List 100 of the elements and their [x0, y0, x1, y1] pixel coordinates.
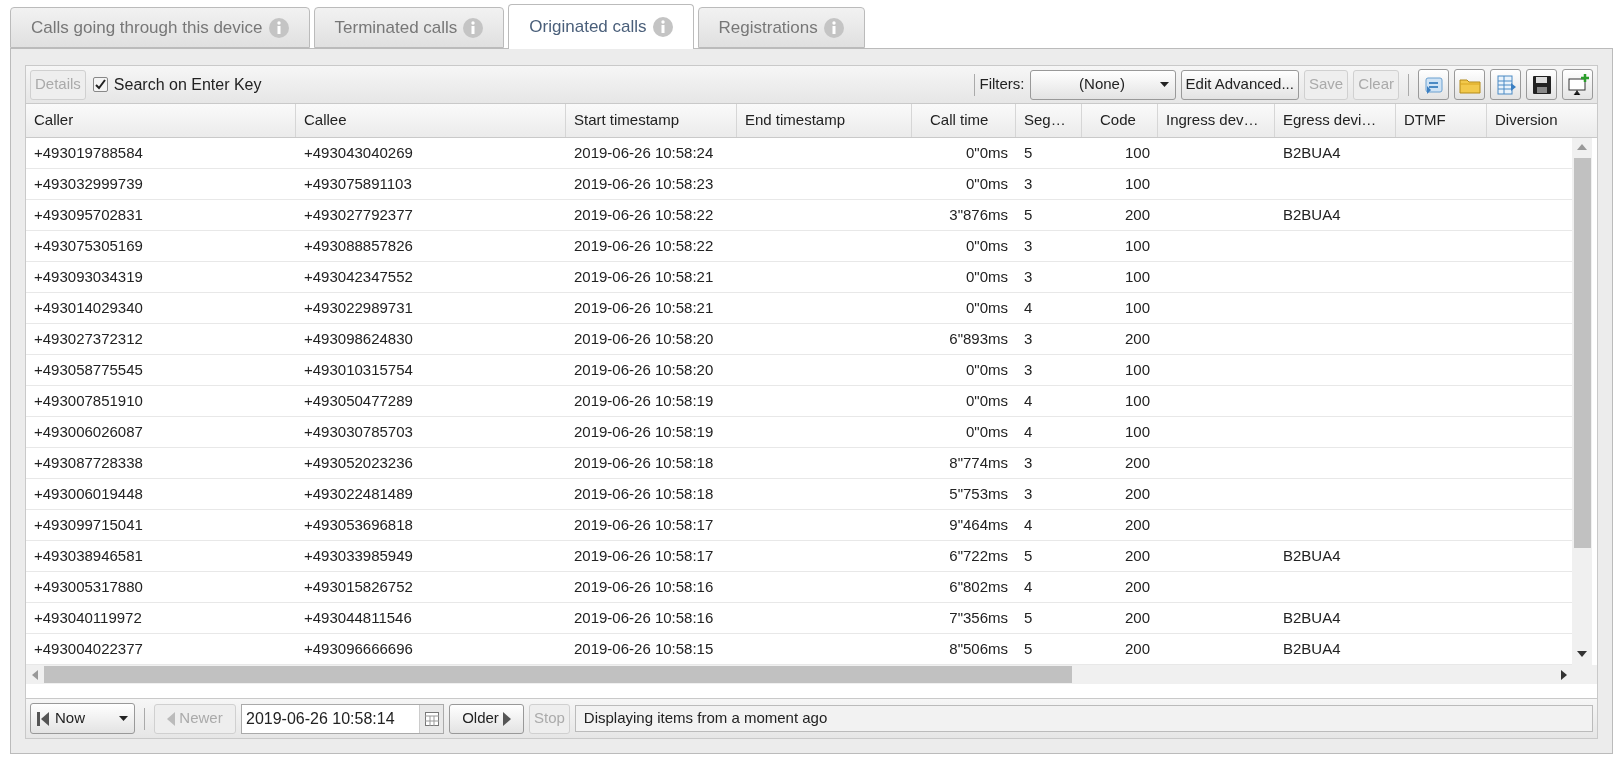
table-cell-text: 100 — [1123, 142, 1151, 163]
column-header[interactable]: Start timestamp — [566, 104, 737, 137]
now-dropdown[interactable]: Now — [30, 703, 135, 734]
table-cell-text: 2019-06-26 10:58:20 — [573, 328, 715, 349]
spreadsheet-button[interactable] — [1490, 69, 1521, 100]
table-cell-text: 6"722ms — [948, 545, 1009, 566]
table-cell-text: +493095702831 — [33, 204, 144, 225]
table-cell-text: 5 — [1023, 142, 1034, 163]
column-header[interactable]: Call time — [912, 104, 1016, 137]
table-cell-text: +493007851910 — [33, 390, 144, 411]
tab[interactable]: Registrations — [697, 7, 865, 48]
table-cell-text: 200 — [1123, 607, 1151, 628]
column-header[interactable]: Ingress dev… — [1158, 104, 1275, 137]
tab[interactable]: Terminated calls — [313, 7, 505, 48]
table-cell-text: 6"802ms — [948, 576, 1009, 597]
column-header[interactable]: Seg… — [1016, 104, 1082, 137]
checkbox-label: Search on Enter Key — [113, 74, 262, 95]
table-cell-text: +493044811546 — [303, 607, 413, 628]
table-cell-text: 0"0ms — [965, 173, 1009, 194]
first-page-icon — [37, 711, 49, 726]
edit-advanced-button[interactable]: Edit Advanced... — [1180, 69, 1299, 100]
table-cell-text: +493088857826 — [303, 235, 414, 256]
table-cell-text: 9"464ms — [948, 514, 1009, 535]
column-header[interactable]: DTMF — [1396, 104, 1487, 137]
table-cell-text: 2019-06-26 10:58:22 — [573, 235, 715, 256]
table-cell-text: 2019-06-26 10:58:19 — [573, 390, 715, 411]
table-cell-text: +493075305169 — [33, 235, 144, 256]
table-cell-text: +493093034319 — [33, 266, 144, 287]
scroll-right-icon — [1561, 669, 1567, 680]
info-icon — [652, 17, 673, 37]
tab[interactable]: Originated calls — [508, 4, 694, 49]
presentation-add-icon — [1565, 72, 1590, 97]
table-cell-text: +493038946581 — [33, 545, 144, 566]
table-cell-text: 2019-06-26 10:58:18 — [573, 483, 715, 504]
column-header[interactable]: Egress devi… — [1275, 104, 1396, 137]
older-button[interactable]: Older — [449, 703, 524, 734]
table-cell-text: +493096666696 — [303, 638, 414, 659]
scroll-up-icon — [1577, 144, 1587, 150]
table-cell-text: 3 — [1023, 266, 1034, 287]
table-cell-text: 3"876ms — [948, 204, 1009, 225]
filter-dropdown[interactable]: (None) — [1029, 69, 1176, 100]
table-cell-text: 200 — [1123, 452, 1151, 473]
table-cell-text: +493087728338 — [33, 452, 144, 473]
info-icon — [268, 17, 289, 38]
presentation-add-button[interactable] — [1562, 69, 1593, 100]
table-cell-text: 0"0ms — [965, 266, 1009, 287]
table-cell-text: 100 — [1123, 235, 1151, 256]
column-header[interactable]: End timestamp — [737, 104, 912, 137]
info-icon — [463, 17, 484, 38]
table-cell-text: +493040119972 — [33, 607, 143, 628]
table-cell-text: 3 — [1023, 483, 1034, 504]
export-button[interactable] — [1418, 69, 1449, 100]
table-cell-text: +493033985949 — [303, 545, 414, 566]
table-cell-text: 0"0ms — [965, 235, 1009, 256]
table-cell-text: B2BUA4 — [1282, 607, 1342, 628]
column-header[interactable]: Code — [1082, 104, 1158, 137]
date-field[interactable]: 2019-06-26 10:58:14 — [241, 703, 444, 734]
table-cell-text: 200 — [1123, 483, 1151, 504]
folder-button[interactable] — [1454, 69, 1485, 100]
table-cell-text: +493022989731 — [303, 297, 414, 318]
table-cell-text: +493006026087 — [33, 421, 144, 442]
horizontal-scrollbar[interactable] — [26, 665, 1597, 684]
table-cell-text: +493052023236 — [303, 452, 414, 473]
table-cell-text: 2019-06-26 10:58:19 — [573, 421, 715, 442]
table-cell-text: +493004022377 — [33, 638, 144, 659]
table-cell-text: +493075891103 — [303, 173, 413, 194]
table-cell-text: +493027372312 — [33, 328, 144, 349]
table-cell-text: 5 — [1023, 607, 1034, 628]
table-cell-text: 5 — [1023, 638, 1034, 659]
scroll-down-icon — [1577, 651, 1587, 657]
info-icon — [823, 17, 844, 38]
caret-icon — [1159, 82, 1169, 87]
table-cell-text: 4 — [1023, 576, 1034, 597]
column-header[interactable]: Caller — [26, 104, 296, 137]
status-text: Displaying items from a moment ago — [574, 705, 1593, 732]
calendar-button[interactable] — [419, 704, 443, 733]
table-cell-text: 3 — [1023, 328, 1034, 349]
table-cell-text: +493053696818 — [303, 514, 414, 535]
checkbox[interactable] — [92, 77, 108, 92]
table-cell-text: 100 — [1123, 173, 1151, 194]
table-cell-text: 100 — [1123, 266, 1151, 287]
table-cell-text: B2BUA4 — [1282, 204, 1342, 225]
table-cell-text: 200 — [1123, 545, 1151, 566]
column-header[interactable]: Callee — [296, 104, 566, 137]
vertical-scrollbar[interactable] — [1572, 138, 1592, 665]
table-cell-text: 100 — [1123, 359, 1151, 380]
tab[interactable]: Calls going through this device — [10, 7, 310, 48]
table-cell-text: 0"0ms — [965, 421, 1009, 442]
table-cell-text: 4 — [1023, 421, 1034, 442]
table-cell-text: +493099715041 — [33, 514, 144, 535]
table-cell-text: +493027792377 — [303, 204, 414, 225]
caret-icon — [119, 716, 128, 721]
table-cell-text: B2BUA4 — [1282, 638, 1342, 659]
table-cell-text: 2019-06-26 10:58:22 — [573, 204, 715, 225]
table-cell-text: +493043040269 — [303, 142, 414, 163]
save-button[interactable] — [1526, 69, 1557, 100]
table-cell-text: 2019-06-26 10:58:16 — [573, 607, 715, 628]
column-header[interactable]: Diversion — [1487, 104, 1597, 137]
table-cell-text: +493030785703 — [303, 421, 414, 442]
table-cell-text: 8"506ms — [948, 638, 1009, 659]
